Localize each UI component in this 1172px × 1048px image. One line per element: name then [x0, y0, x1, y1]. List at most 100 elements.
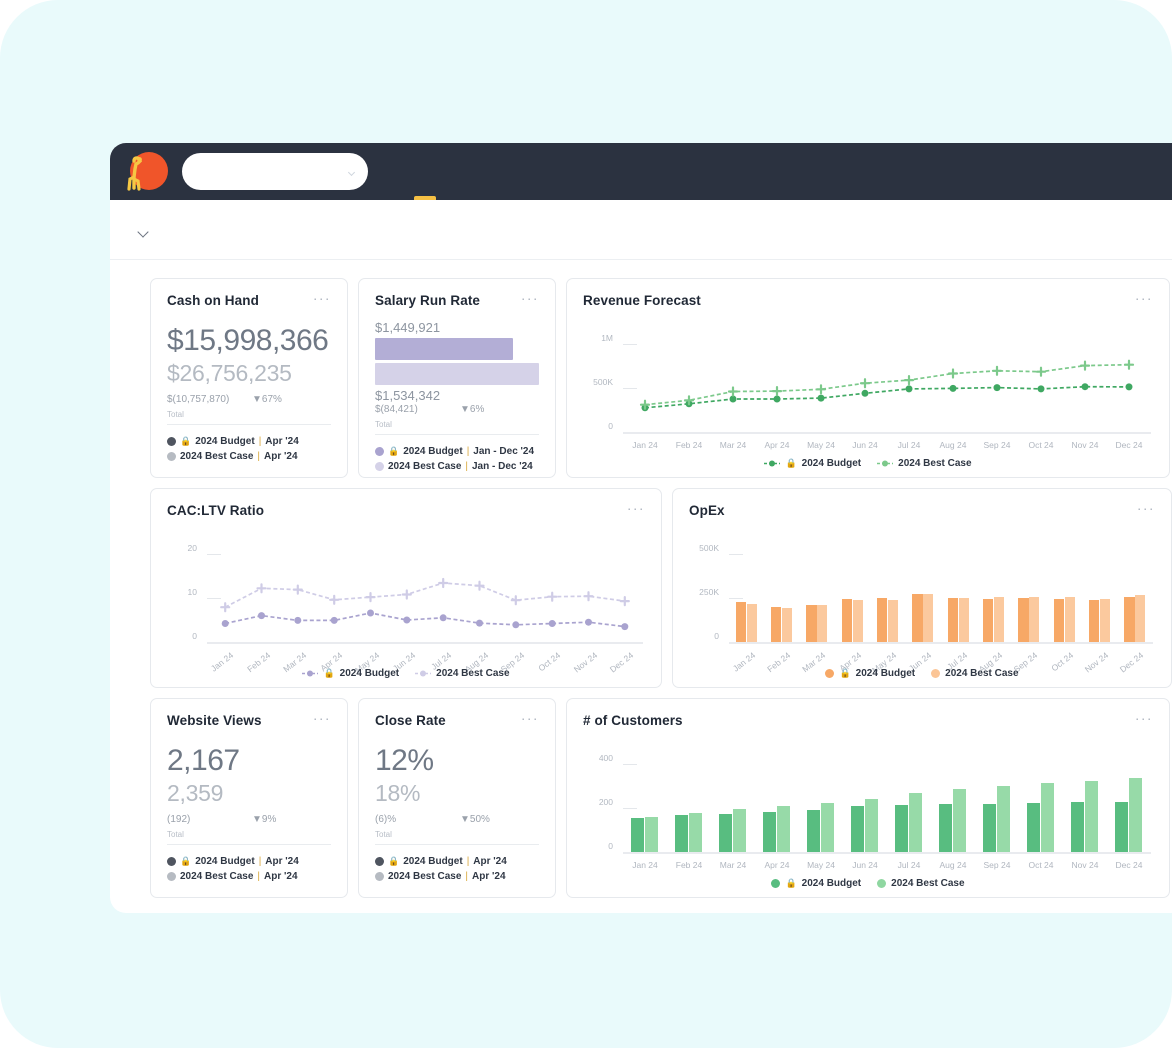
- legend-separator: |: [465, 871, 468, 882]
- legend-series-name: 2024 Best Case: [388, 871, 462, 882]
- x-axis-label: Jun 24: [852, 440, 878, 450]
- top-navigation-bar: [110, 143, 1172, 200]
- y-axis-label: 200: [598, 797, 613, 807]
- bar-best-case: [909, 793, 922, 852]
- kpi-card-cash-on-hand[interactable]: Cash on Hand ··· $15,998,366 $26,756,235 $(1…: [150, 278, 348, 478]
- tab-plan[interactable]: [488, 143, 530, 200]
- card-menu-button[interactable]: ···: [627, 501, 645, 515]
- legend-series-name: 2024 Budget: [855, 668, 916, 679]
- bar-best-case: [1029, 597, 1040, 642]
- card-legend: 🔒 2024 Budget | Apr '24 2024 Best Case | Apr '…: [375, 854, 539, 884]
- bar-budget: [719, 814, 733, 852]
- legend-period: Apr '24: [265, 856, 299, 867]
- legend-item: 🔒 2024 Budget: [771, 878, 861, 889]
- lock-icon: 🔒: [388, 856, 400, 866]
- y-axis-tick: [729, 598, 743, 599]
- kpi-delta-amount: (6)%: [375, 814, 397, 825]
- chart-legend: 🔒 2024 Budget 2024 Best Case: [151, 668, 661, 679]
- chart-legend: 🔒 2024 Budget 2024 Best Case: [673, 668, 1171, 679]
- legend-swatch: [931, 669, 941, 678]
- tab-report[interactable]: [446, 143, 488, 200]
- x-axis-label: Aug 24: [939, 860, 967, 870]
- kpi-secondary-value: $26,756,235: [167, 360, 292, 386]
- legend-period: Apr '24: [472, 871, 506, 882]
- card-menu-button[interactable]: ···: [1135, 711, 1153, 725]
- legend-item: 2024 Best Case: [877, 458, 972, 469]
- bar-best-case: [953, 788, 966, 852]
- bar-budget: [939, 803, 953, 852]
- x-axis-label: Dec 24: [1115, 860, 1143, 870]
- lock-icon: 🔒: [180, 856, 192, 866]
- card-menu-button[interactable]: ···: [1137, 501, 1155, 515]
- lock-icon: 🔒: [180, 436, 192, 446]
- kpi-secondary-value: 18%: [375, 780, 421, 806]
- company-selector[interactable]: [182, 153, 368, 190]
- bar-budget: [947, 598, 958, 642]
- legend-separator: |: [258, 856, 262, 867]
- kpi-card-close-rate[interactable]: Close Rate ··· 12% 18% (6)% ▼50% Total 🔒 2024 Bu…: [358, 698, 556, 898]
- bar-best-case: [997, 785, 1010, 852]
- card-title: Website Views: [167, 713, 262, 728]
- bar-budget: [877, 598, 888, 642]
- kpi-delta-amount: (192): [167, 814, 191, 825]
- card-header: # of Customers ···: [583, 711, 1153, 728]
- bar-budget: [1027, 802, 1041, 852]
- legend-series-name: 2024 Budget: [339, 668, 400, 679]
- chart-card-cac-ltv-ratio[interactable]: CAC:LTV Ratio ··· 0 10 20 Jan 24 Feb 24 Mar 24 A…: [150, 488, 662, 688]
- x-axis-label: Jun 24: [852, 860, 878, 870]
- card-legend: 🔒 2024 Budget | Apr '24 2024 Best Case | Apr '…: [167, 854, 331, 884]
- card-header: Cash on Hand ···: [167, 291, 331, 308]
- card-menu-button[interactable]: ···: [521, 291, 539, 305]
- card-menu-button[interactable]: ···: [521, 711, 539, 725]
- tab-dashboard[interactable]: [404, 143, 446, 200]
- card-menu-button[interactable]: ···: [313, 291, 331, 305]
- app-window: Cash on Hand ··· $15,998,366 $26,756,235 $(1…: [110, 143, 1172, 913]
- chart-card-opex[interactable]: OpEx ··· 0 250K 500K Jan 24 Feb 24 Mar 24 Apr 24…: [672, 488, 1172, 688]
- x-axis-baseline: [729, 642, 1153, 644]
- legend-series-name: 2024 Best Case: [436, 668, 510, 679]
- chart-card-num-customers[interactable]: # of Customers ··· 0 200 400 Jan 24 Feb 24 Mar …: [566, 698, 1170, 898]
- legend-item: 🔒 2024 Budget | Jan - Dec '24: [375, 444, 539, 459]
- bar-budget: [631, 817, 645, 852]
- bar-best-case: [821, 802, 834, 852]
- legend-item: 2024 Best Case: [931, 668, 1019, 679]
- bar-best-case: [1100, 598, 1111, 642]
- legend-item: 2024 Best Case | Jan - Dec '24: [375, 459, 539, 474]
- card-title: OpEx: [689, 503, 725, 518]
- kpi-card-website-views[interactable]: Website Views ··· 2,167 2,359 (192) ▼9% Total 🔒…: [150, 698, 348, 898]
- chart-card-revenue-forecast[interactable]: Revenue Forecast ··· 0 500K 1M Jan 24 Feb 24 Ma…: [566, 278, 1170, 478]
- card-title: Salary Run Rate: [375, 293, 481, 308]
- bar-budget: [1089, 600, 1100, 642]
- card-title: # of Customers: [583, 713, 683, 728]
- kpi-card-salary-run-rate[interactable]: Salary Run Rate ··· $1,449,921 $1,534,342 $(…: [358, 278, 556, 478]
- legend-separator: |: [466, 446, 470, 457]
- card-menu-button[interactable]: ···: [313, 711, 331, 725]
- bar-budget: [1071, 802, 1085, 852]
- salary-bar-best-case: [375, 363, 539, 385]
- jirav-logo-icon[interactable]: [122, 149, 168, 195]
- legend-separator: |: [258, 436, 262, 447]
- legend-series-name: 2024 Best Case: [180, 451, 254, 462]
- legend-item: 🔒 2024 Budget | Apr '24: [167, 434, 331, 449]
- chevron-down-icon[interactable]: [137, 225, 149, 238]
- bar-best-case: [777, 806, 790, 852]
- card-header: Revenue Forecast ···: [583, 291, 1153, 308]
- x-axis-label: Mar 24: [719, 860, 747, 870]
- legend-item: 2024 Best Case | Apr '24: [375, 869, 539, 884]
- y-axis-label: 250K: [699, 587, 719, 597]
- bar-best-case: [1064, 597, 1075, 642]
- y-axis-label: 0: [714, 631, 719, 641]
- kpi-total-label: Total: [375, 420, 539, 435]
- bar-budget: [912, 594, 923, 642]
- legend-series-name: 2024 Budget: [195, 436, 255, 447]
- card-menu-button[interactable]: ···: [1135, 291, 1153, 305]
- card-title: Cash on Hand: [167, 293, 259, 308]
- x-axis-label: Sep 24: [983, 440, 1011, 450]
- chart-legend: 🔒 2024 Budget 2024 Best Case: [567, 458, 1169, 469]
- bar-best-case: [746, 604, 757, 642]
- kpi-delta: (6)% ▼50%: [375, 814, 539, 825]
- legend-series-name: 2024 Best Case: [388, 461, 462, 472]
- card-legend: 🔒 2024 Budget | Apr '24 2024 Best Case | Apr '…: [167, 434, 331, 464]
- chart-plot-area: 0 10 20 Jan 24 Feb 24 Mar 24 Apr 24 May 24 Jun 2…: [167, 524, 645, 679]
- legend-separator: |: [257, 451, 260, 462]
